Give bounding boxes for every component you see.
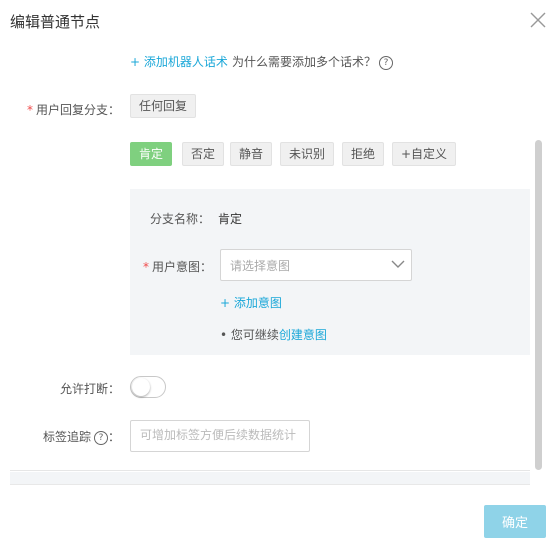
tag-tracking-colon: ： <box>107 430 120 444</box>
help-icon[interactable]: ? <box>93 430 108 445</box>
create-intent-link[interactable]: 创建意图 <box>279 328 327 342</box>
branch-tag-affirm[interactable]: 肯定 <box>130 142 173 166</box>
scrollbar-thumb[interactable] <box>535 140 542 470</box>
branch-tag-unrecognized[interactable]: 未识别 <box>280 142 335 166</box>
tag-tracking-text: 标签追踪 <box>42 430 91 444</box>
divider <box>10 470 530 471</box>
user-intent-label: * 用户意图： <box>110 258 212 275</box>
ok-button[interactable]: 确定 <box>484 505 546 538</box>
chevron-down-icon <box>391 260 405 268</box>
intent-select-placeholder: 请选择意图 <box>230 259 291 273</box>
branch-tag-reject[interactable]: 拒绝 <box>342 142 385 166</box>
create-intent-prefix: • 您可继续 <box>220 328 279 342</box>
branch-tag-custom[interactable]: +自定义 <box>392 142 457 166</box>
user-reply-branch-label: * 用户回复分支： <box>10 101 120 118</box>
user-reply-branch-text: 用户回复分支： <box>35 103 120 117</box>
allow-interrupt-label: 允许打断： <box>59 382 120 396</box>
required-mark: * <box>26 103 33 117</box>
user-intent-text: 用户意图： <box>151 260 212 274</box>
why-multiple-label: 为什么需要添加多个话术？ <box>232 55 377 69</box>
tag-tracking-field[interactable] <box>130 420 310 452</box>
close-icon[interactable] <box>528 10 548 30</box>
edit-node-dialog: 编辑普通节点 + 添加机器人话术 为什么需要添加多个话术？? * 用户回复分支： … <box>0 0 558 549</box>
intent-select[interactable]: 请选择意图 <box>220 249 412 281</box>
add-intent-link[interactable]: + 添加意图 <box>220 294 282 311</box>
branch-tag-silence[interactable]: 静音 <box>230 142 273 166</box>
add-robot-phrase-link[interactable]: + 添加机器人话术 <box>130 53 228 70</box>
why-multiple-phrases-text: 为什么需要添加多个话术？? <box>232 53 394 70</box>
tag-tracking-label: 标签追踪?： <box>10 428 120 445</box>
branch-name-label: 分支名称： <box>150 212 211 226</box>
create-intent-hint: • 您可继续创建意图 <box>220 326 327 343</box>
any-reply-tag[interactable]: 任何回复 <box>130 94 197 118</box>
branch-tag-deny[interactable]: 否定 <box>182 142 225 166</box>
tag-tracking-input[interactable] <box>131 421 309 449</box>
required-mark: * <box>142 260 149 274</box>
footer-band <box>10 472 530 485</box>
toggle-knob <box>132 378 150 396</box>
dialog-body: + 添加机器人话术 为什么需要添加多个话术？? * 用户回复分支： 任何回复 肯定… <box>10 40 530 470</box>
help-icon[interactable]: ? <box>379 55 394 70</box>
branch-name-value: 肯定 <box>218 212 243 226</box>
dialog-title: 编辑普通节点 <box>10 13 101 31</box>
allow-interrupt-toggle[interactable] <box>130 376 166 398</box>
